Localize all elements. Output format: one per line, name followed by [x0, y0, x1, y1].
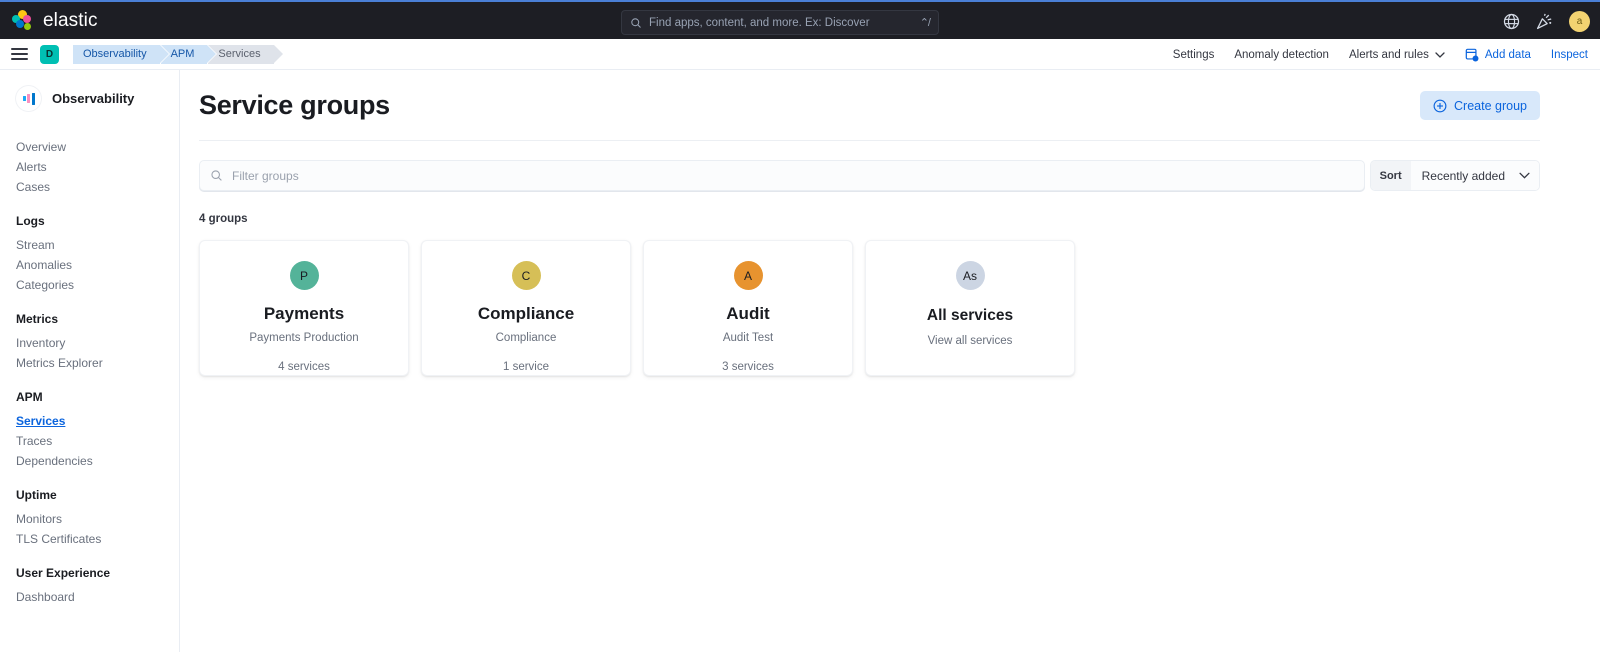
- main-content: Service groups Create group Filter group…: [181, 70, 1600, 652]
- header-divider: [199, 140, 1540, 141]
- sort-control: Sort Recently added: [1370, 160, 1540, 191]
- plus-circle-icon: [1433, 99, 1447, 113]
- sidebar-item-categories[interactable]: Categories: [0, 275, 179, 295]
- global-header: elastic Find apps, content, and more. Ex…: [0, 0, 1600, 39]
- group-avatar: C: [512, 261, 541, 290]
- add-data-label: Add data: [1485, 49, 1531, 61]
- nav-alerts-and-rules-label: Alerts and rules: [1349, 49, 1429, 61]
- group-service-count: 1 service: [503, 361, 549, 373]
- sidebar-item-traces[interactable]: Traces: [0, 431, 179, 451]
- sidebar-item-tls-certificates[interactable]: TLS Certificates: [0, 529, 179, 549]
- service-group-card-compliance[interactable]: C Compliance Compliance 1 service: [421, 240, 631, 376]
- service-group-cards: P Payments Payments Production 4 service…: [199, 240, 1540, 376]
- search-shortcut-hint: ⌃/: [920, 16, 930, 29]
- groups-count: 4 groups: [199, 213, 1540, 225]
- sidebar-item-anomalies[interactable]: Anomalies: [0, 255, 179, 275]
- group-title: All services: [927, 307, 1013, 325]
- sort-selected-value: Recently added: [1422, 169, 1505, 183]
- sidebar-item-dependencies[interactable]: Dependencies: [0, 451, 179, 471]
- sidebar-group-apm: APM: [0, 390, 179, 404]
- user-avatar[interactable]: a: [1569, 11, 1590, 32]
- sidebar-item-metrics-explorer[interactable]: Metrics Explorer: [0, 353, 179, 373]
- breadcrumb-item-observability[interactable]: Observability: [73, 45, 160, 64]
- breadcrumb-nav-bar: D Observability APM Services Settings An…: [0, 39, 1600, 70]
- group-title: Payments: [264, 304, 344, 324]
- service-group-card-payments[interactable]: P Payments Payments Production 4 service…: [199, 240, 409, 376]
- party-popper-icon[interactable]: [1536, 13, 1553, 30]
- sidebar-item-services[interactable]: Services: [0, 411, 179, 431]
- group-title: Compliance: [478, 304, 574, 324]
- sidebar-item-inventory[interactable]: Inventory: [0, 333, 179, 353]
- nav-alerts-and-rules[interactable]: Alerts and rules: [1349, 49, 1445, 61]
- sidebar-item-monitors[interactable]: Monitors: [0, 509, 179, 529]
- group-service-count: 4 services: [278, 361, 330, 373]
- group-description: Payments Production: [249, 332, 358, 344]
- menu-hamburger-icon[interactable]: [11, 45, 28, 63]
- service-group-card-audit[interactable]: A Audit Audit Test 3 services: [643, 240, 853, 376]
- filter-groups-placeholder: Filter groups: [232, 169, 299, 183]
- sidebar-group-metrics: Metrics: [0, 312, 179, 326]
- sidebar-item-stream[interactable]: Stream: [0, 235, 179, 255]
- group-avatar: A: [734, 261, 763, 290]
- global-search-placeholder: Find apps, content, and more. Ex: Discov…: [649, 17, 913, 29]
- filter-groups-input[interactable]: Filter groups: [199, 160, 1365, 191]
- nav-anomaly-detection[interactable]: Anomaly detection: [1234, 49, 1329, 61]
- header-actions: a: [1503, 2, 1590, 41]
- space-badge[interactable]: D: [40, 45, 59, 64]
- sort-select[interactable]: Recently added: [1411, 161, 1539, 190]
- sidebar-group-uptime: Uptime: [0, 488, 179, 502]
- sidebar-item-alerts[interactable]: Alerts: [0, 157, 179, 177]
- chevron-down-icon: [1519, 172, 1530, 179]
- sort-label: Sort: [1371, 161, 1411, 190]
- help-globe-icon[interactable]: [1503, 13, 1520, 30]
- elastic-brand[interactable]: elastic: [0, 10, 98, 32]
- inspect-button[interactable]: Inspect: [1551, 49, 1588, 61]
- nav-actions: Settings Anomaly detection Alerts and ru…: [1173, 39, 1588, 70]
- nav-settings[interactable]: Settings: [1173, 49, 1215, 61]
- brand-name: elastic: [43, 10, 98, 32]
- elastic-logo-icon: [12, 10, 34, 32]
- sidebar-item-cases[interactable]: Cases: [0, 177, 179, 197]
- sidebar-item-overview[interactable]: Overview: [0, 137, 179, 157]
- sidebar-title: Observability: [52, 91, 134, 106]
- sidebar-item-dashboard[interactable]: Dashboard: [0, 587, 179, 607]
- group-avatar: As: [956, 261, 985, 290]
- sidebar: Observability Overview Alerts Cases Logs…: [0, 70, 180, 652]
- group-description: View all services: [928, 335, 1013, 347]
- sidebar-header: Observability: [0, 86, 179, 111]
- group-description: Compliance: [496, 332, 557, 344]
- page-title: Service groups: [199, 90, 390, 121]
- create-group-label: Create group: [1454, 99, 1527, 113]
- observability-icon: [16, 86, 41, 111]
- group-avatar: P: [290, 261, 319, 290]
- add-data-icon: [1465, 48, 1479, 62]
- group-description: Audit Test: [723, 332, 773, 344]
- chevron-down-icon: [1435, 52, 1445, 58]
- group-service-count: 3 services: [722, 361, 774, 373]
- create-group-button[interactable]: Create group: [1420, 91, 1540, 120]
- global-search-input[interactable]: Find apps, content, and more. Ex: Discov…: [621, 10, 939, 35]
- breadcrumb: Observability APM Services: [73, 45, 274, 64]
- breadcrumb-item-services: Services: [208, 45, 273, 64]
- filter-toolbar: Filter groups Sort Recently added: [199, 160, 1540, 191]
- search-icon: [630, 17, 642, 29]
- sidebar-group-logs: Logs: [0, 214, 179, 228]
- search-icon: [210, 169, 223, 182]
- add-data-button[interactable]: Add data: [1465, 48, 1531, 62]
- page-header: Service groups Create group: [199, 70, 1540, 121]
- sidebar-group-user-experience: User Experience: [0, 566, 179, 580]
- group-title: Audit: [726, 304, 769, 324]
- service-group-card-all-services[interactable]: As All services View all services: [865, 240, 1075, 376]
